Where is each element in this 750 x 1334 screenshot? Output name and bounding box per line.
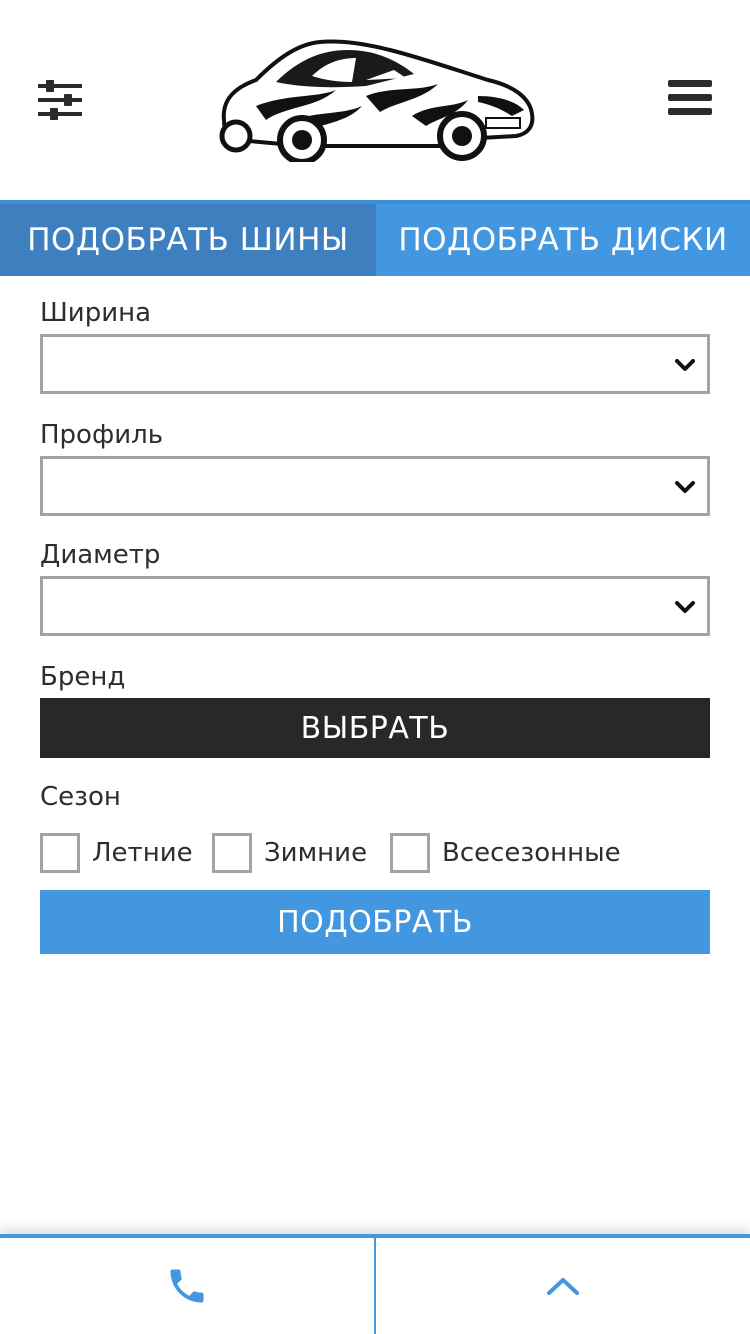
scroll-top-button[interactable] <box>376 1238 750 1334</box>
phone-icon <box>170 1269 204 1303</box>
season-options: Летние Зимние Всесезонные <box>40 832 710 874</box>
season-summer-label: Летние <box>92 838 193 868</box>
profile-label: Профиль <box>40 420 164 450</box>
season-summer[interactable]: Летние <box>40 832 193 874</box>
season-winter[interactable]: Зимние <box>212 832 367 874</box>
width-label: Ширина <box>40 298 152 328</box>
season-all[interactable]: Всесезонные <box>390 832 621 874</box>
season-all-label: Всесезонные <box>442 838 621 868</box>
diameter-select[interactable] <box>40 576 710 636</box>
menu-button[interactable] <box>666 78 714 118</box>
width-select[interactable] <box>40 334 710 394</box>
diameter-label: Диаметр <box>40 540 161 570</box>
tab-bar: ПОДОБРАТЬ ШИНЫ ПОДОБРАТЬ ДИСКИ <box>0 200 750 276</box>
hamburger-menu-icon <box>668 80 712 115</box>
season-all-checkbox[interactable] <box>390 833 430 873</box>
season-winter-label: Зимние <box>264 838 368 868</box>
header <box>0 0 750 200</box>
choose-brand-button[interactable]: ВЫБРАТЬ <box>40 698 710 758</box>
call-button[interactable] <box>0 1238 374 1334</box>
filter-button[interactable] <box>36 78 84 122</box>
tab-tires[interactable]: ПОДОБРАТЬ ШИНЫ <box>0 204 376 276</box>
chevron-down-icon <box>675 601 695 613</box>
chevron-down-icon <box>675 481 695 493</box>
sliders-icon <box>38 80 82 120</box>
bottom-bar <box>0 1234 750 1334</box>
chevron-up-icon <box>547 1278 579 1295</box>
sports-car-logo <box>219 39 535 162</box>
tab-wheels[interactable]: ПОДОБРАТЬ ДИСКИ <box>376 204 750 276</box>
season-winter-checkbox[interactable] <box>212 833 252 873</box>
submit-search-button[interactable]: ПОДОБРАТЬ <box>40 890 710 954</box>
chevron-down-icon <box>675 359 695 371</box>
season-summer-checkbox[interactable] <box>40 833 80 873</box>
profile-select[interactable] <box>40 456 710 516</box>
season-label: Сезон <box>40 782 121 812</box>
brand-label: Бренд <box>40 662 126 692</box>
